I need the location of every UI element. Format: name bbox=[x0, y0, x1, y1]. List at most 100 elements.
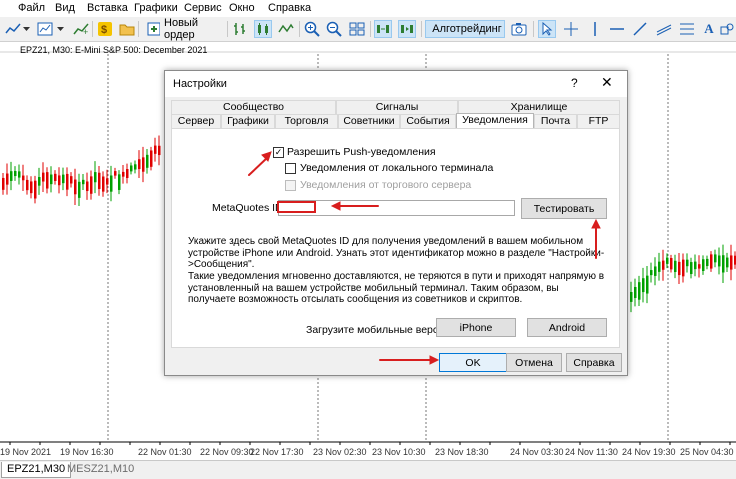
menu-tools[interactable]: Сервис bbox=[184, 2, 222, 14]
tab-expert-advisors[interactable]: Советники bbox=[338, 114, 400, 128]
horizontal-line-icon[interactable] bbox=[608, 20, 626, 38]
menu-view[interactable]: Вид bbox=[55, 2, 75, 14]
candle-body bbox=[718, 255, 721, 267]
trade-server-label: Уведомления от торгового сервера bbox=[300, 179, 472, 191]
tab-storage[interactable]: Хранилище bbox=[458, 100, 620, 114]
local-terminal-label[interactable]: Уведомления от локального терминала bbox=[300, 162, 493, 174]
notifications-panel: ✓ Разрешить Push-уведомления Уведомления… bbox=[171, 128, 620, 348]
new-order-label: Новый ордер bbox=[164, 17, 198, 41]
candle-body bbox=[702, 259, 705, 271]
tab-row-bottom: Сервер Графики Торговля Советники Событи… bbox=[171, 113, 620, 129]
zoom-in-icon[interactable] bbox=[303, 20, 321, 38]
time-axis-label: 23 Nov 18:30 bbox=[435, 447, 489, 457]
candle-body bbox=[102, 176, 105, 192]
push-enabled-checkbox[interactable]: ✓ bbox=[273, 147, 284, 158]
time-axis-label: 23 Nov 02:30 bbox=[313, 447, 367, 457]
candle-body bbox=[130, 165, 133, 172]
chart-window-icon[interactable] bbox=[36, 20, 54, 38]
line-chart-icon[interactable] bbox=[4, 20, 22, 38]
candle-body bbox=[686, 259, 689, 267]
add-indicator-icon[interactable]: + bbox=[72, 20, 90, 38]
fibonacci-icon[interactable] bbox=[678, 20, 696, 38]
chart-tab-epz21[interactable]: EPZ21,M30 bbox=[1, 462, 72, 478]
chevron-down-icon[interactable] bbox=[56, 20, 64, 38]
bar-chart-icon[interactable] bbox=[231, 20, 249, 38]
help-button[interactable]: Справка bbox=[566, 353, 622, 372]
chart-shift-icon[interactable] bbox=[398, 20, 416, 38]
candle-body bbox=[658, 261, 661, 272]
chart-tab-mesz21[interactable]: MESZ21,M10 bbox=[62, 462, 139, 478]
tab-charts[interactable]: Графики bbox=[221, 114, 275, 128]
candle-body bbox=[150, 150, 153, 167]
candle-body bbox=[90, 176, 93, 194]
candle-body bbox=[682, 259, 685, 277]
time-axis-label: 19 Nov 16:30 bbox=[60, 447, 114, 457]
test-button[interactable]: Тестировать bbox=[521, 198, 607, 219]
chart-tabs-bar: EPZ21,M30 MESZ21,M10 bbox=[0, 460, 736, 479]
ok-button[interactable]: OK bbox=[439, 353, 507, 372]
candles-icon[interactable] bbox=[254, 20, 272, 38]
candle-body bbox=[118, 174, 121, 190]
local-terminal-checkbox[interactable] bbox=[285, 163, 296, 174]
menu-insert[interactable]: Вставка bbox=[87, 2, 128, 14]
crosshair-icon[interactable] bbox=[562, 20, 580, 38]
cursor-icon[interactable] bbox=[538, 20, 556, 38]
tab-server[interactable]: Сервер bbox=[171, 114, 221, 128]
candle-body bbox=[694, 261, 697, 270]
channel-icon[interactable] bbox=[655, 20, 673, 38]
line-chart-type-icon[interactable] bbox=[277, 20, 295, 38]
metaquotes-id-input[interactable] bbox=[278, 200, 515, 216]
push-enabled-label[interactable]: Разрешить Push-уведомления bbox=[287, 146, 436, 158]
algotrading-button[interactable]: Алготрейдинг bbox=[425, 20, 505, 38]
candle-body bbox=[706, 258, 709, 267]
iphone-button[interactable]: iPhone bbox=[436, 318, 516, 337]
tab-email[interactable]: Почта bbox=[534, 114, 577, 128]
vertical-line-icon[interactable] bbox=[586, 20, 604, 38]
help-icon[interactable]: ? bbox=[571, 76, 578, 90]
chevron-down-icon[interactable] bbox=[22, 20, 30, 38]
time-axis-label: 24 Nov 03:30 bbox=[510, 447, 564, 457]
tab-ftp[interactable]: FTP bbox=[577, 114, 620, 128]
chart-title: EPZ21, M30: E-Mini S&P 500: December 202… bbox=[20, 45, 208, 55]
new-order-icon bbox=[147, 22, 161, 36]
time-axis-label: 22 Nov 17:30 bbox=[250, 447, 304, 457]
dialog-titlebar[interactable]: Настройки ? ✕ bbox=[165, 71, 627, 97]
menu-file[interactable]: Файл bbox=[18, 2, 45, 14]
shapes-icon[interactable] bbox=[718, 20, 736, 38]
time-axis-label: 24 Nov 11:30 bbox=[565, 447, 618, 457]
candle-body bbox=[82, 179, 85, 185]
screenshot-camera-icon[interactable] bbox=[510, 20, 528, 38]
android-button[interactable]: Android bbox=[527, 318, 607, 337]
auto-scroll-icon[interactable] bbox=[374, 20, 392, 38]
svg-text:$: $ bbox=[101, 24, 107, 36]
candle-body bbox=[678, 261, 681, 276]
new-order-button[interactable]: Новый ордер bbox=[143, 17, 231, 41]
text-tool-icon[interactable]: A bbox=[700, 20, 718, 38]
tab-signals[interactable]: Сигналы bbox=[336, 100, 458, 114]
tile-windows-icon[interactable] bbox=[348, 20, 366, 38]
candle-body bbox=[70, 176, 73, 184]
close-icon[interactable]: ✕ bbox=[601, 74, 613, 91]
tab-row-top: Сообщество Сигналы Хранилище bbox=[171, 100, 620, 114]
info-text-metaquotes: Укажите здесь свой MetaQuotes ID для пол… bbox=[188, 236, 605, 270]
candle-body bbox=[722, 255, 725, 273]
cancel-button[interactable]: Отмена bbox=[506, 353, 562, 372]
tab-events[interactable]: События bbox=[400, 114, 456, 128]
time-axis-label: 22 Nov 01:30 bbox=[138, 447, 192, 457]
tab-notifications[interactable]: Уведомления bbox=[456, 113, 534, 129]
menu-help[interactable]: Справка bbox=[268, 2, 311, 14]
folder-icon[interactable] bbox=[118, 20, 136, 38]
candle-body bbox=[86, 181, 89, 192]
trendline-icon[interactable] bbox=[631, 20, 649, 38]
menu-charts[interactable]: Графики bbox=[134, 2, 178, 14]
tab-trade[interactable]: Торговля bbox=[275, 114, 338, 128]
dollar-icon[interactable]: $ bbox=[96, 20, 114, 38]
candle-body bbox=[30, 181, 33, 194]
tab-community[interactable]: Сообщество bbox=[171, 100, 336, 114]
candle-body bbox=[654, 266, 657, 276]
candle-body bbox=[22, 175, 25, 181]
menu-window[interactable]: Окно bbox=[229, 2, 255, 14]
candle-body bbox=[158, 145, 161, 156]
zoom-out-icon[interactable] bbox=[325, 20, 343, 38]
candle-body bbox=[58, 175, 61, 186]
